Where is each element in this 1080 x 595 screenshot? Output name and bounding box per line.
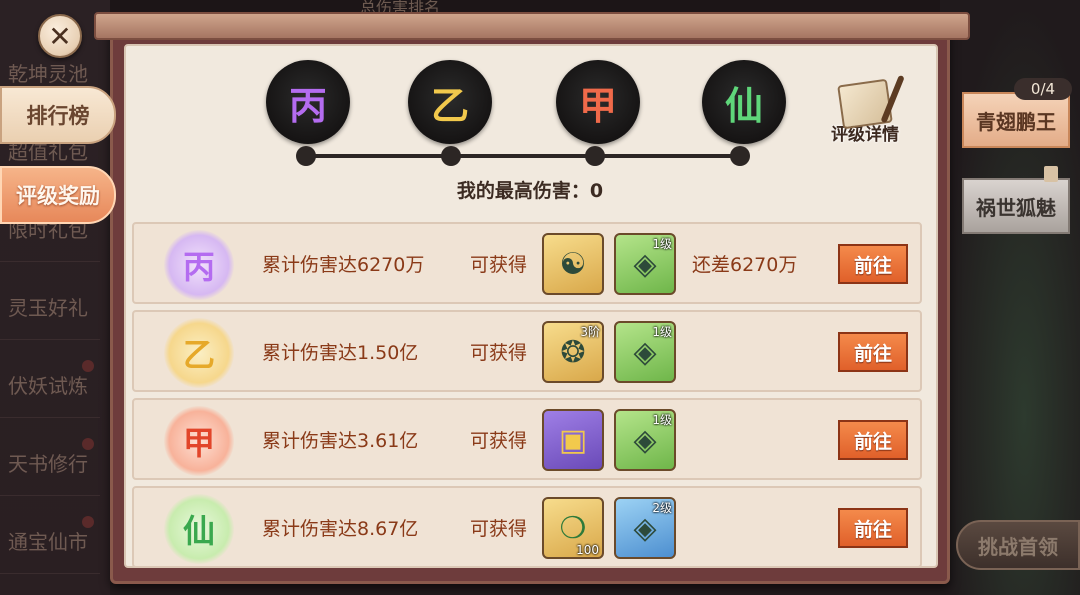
notification-dot <box>82 438 94 450</box>
grade-icon-bing: 丙 <box>266 60 350 144</box>
reward-target: 累计伤害达8.67亿 <box>262 518 419 540</box>
go-button[interactable]: 前往 <box>838 508 908 548</box>
reward-item[interactable]: ❂ 3阶 <box>542 321 604 383</box>
item-level: 1级 <box>652 325 672 339</box>
lock-icon <box>1044 166 1058 182</box>
item-count: 100 <box>576 543 599 557</box>
grade-icon-xian: 仙 <box>702 60 786 144</box>
grade-progress-track <box>306 154 742 158</box>
close-button[interactable]: ✕ <box>38 14 82 58</box>
reward-target: 累计伤害达3.61亿 <box>262 430 419 452</box>
reward-row: 甲 累计伤害达3.61亿 可获得 ▣ ◈ 1级 前往 <box>132 398 922 480</box>
grade-glyph: 甲 <box>182 424 215 462</box>
item-level: 1级 <box>652 237 672 251</box>
reward-item[interactable]: ◈ 1级 <box>614 409 676 471</box>
boss-tab-qingchi-pengwang[interactable]: 青翅鹏王 <box>962 92 1070 148</box>
reward-item[interactable]: ❍ 100 <box>542 497 604 559</box>
grade-glyph: 丙 <box>182 248 215 286</box>
boss-tab-huoshi-humei[interactable]: 祸世狐魅 <box>962 178 1070 234</box>
close-icon: ✕ <box>48 19 72 53</box>
item-level: 2级 <box>652 501 672 515</box>
grade-glyph: 甲 <box>578 82 617 128</box>
go-button[interactable]: 前往 <box>838 244 908 284</box>
grade-node <box>441 146 461 166</box>
panel-header-bar <box>94 12 970 40</box>
reward-item[interactable]: ◈ 2级 <box>614 497 676 559</box>
notification-dot <box>82 360 94 372</box>
reward-target: 累计伤害达1.50亿 <box>262 342 419 364</box>
reward-item[interactable]: ◈ 1级 <box>614 233 676 295</box>
reward-obtain-label: 可获得 <box>470 342 528 364</box>
reward-row: 乙 累计伤害达1.50亿 可获得 ❂ 3阶 ◈ 1级 前往 <box>132 310 922 392</box>
challenge-boss-button[interactable]: 挑战首领 <box>956 520 1080 570</box>
reward-obtain-label: 可获得 <box>470 430 528 452</box>
grade-icon-yi: 乙 <box>408 60 492 144</box>
grade-node <box>730 146 750 166</box>
reward-obtain-label: 可获得 <box>470 254 528 276</box>
tab-rating-reward[interactable]: 评级奖励 <box>0 166 116 224</box>
go-button[interactable]: 前往 <box>838 420 908 460</box>
grade-glyph: 乙 <box>430 82 469 128</box>
grade-glyph: 仙 <box>724 82 763 128</box>
grade-node <box>585 146 605 166</box>
go-button[interactable]: 前往 <box>838 332 908 372</box>
tab-ranking[interactable]: 排行榜 <box>0 86 116 144</box>
grade-badge: 乙 <box>164 318 234 388</box>
reward-target: 累计伤害达6270万 <box>262 254 425 276</box>
grade-badge: 甲 <box>164 406 234 476</box>
reward-row: 丙 累计伤害达6270万 可获得 ☯ ◈ 1级 还差6270万 前往 <box>132 222 922 304</box>
item-level: 1级 <box>652 413 672 427</box>
reward-row: 仙 累计伤害达8.67亿 可获得 ❍ 100 ◈ 2级 前往 <box>132 486 922 568</box>
my-best-damage: 我的最高伤害：0 <box>456 180 604 202</box>
reward-obtain-label: 可获得 <box>470 518 528 540</box>
item-tier: 3阶 <box>580 325 600 339</box>
grade-glyph: 乙 <box>182 336 215 374</box>
grade-icon-jia: 甲 <box>556 60 640 144</box>
boss-progress: 0/4 <box>1014 78 1072 100</box>
rating-detail-button[interactable]: 评级详情 <box>822 78 908 152</box>
reward-item[interactable]: ▣ <box>542 409 604 471</box>
notification-dot <box>82 516 94 528</box>
grade-badge: 丙 <box>164 230 234 300</box>
yin-yang-icon: ☯ <box>559 246 587 282</box>
reward-item[interactable]: ☯ <box>542 233 604 295</box>
treasure-chest-icon: ▣ <box>558 422 588 458</box>
grade-badge: 仙 <box>164 494 234 564</box>
remaining-damage: 还差6270万 <box>692 254 798 276</box>
grade-glyph: 丙 <box>288 82 327 128</box>
scroll-brush-icon <box>837 78 893 130</box>
grade-node <box>296 146 316 166</box>
reward-item[interactable]: ◈ 1级 <box>614 321 676 383</box>
grade-glyph: 仙 <box>182 512 215 550</box>
bg-menu-item: 灵玉好礼 <box>0 274 100 340</box>
